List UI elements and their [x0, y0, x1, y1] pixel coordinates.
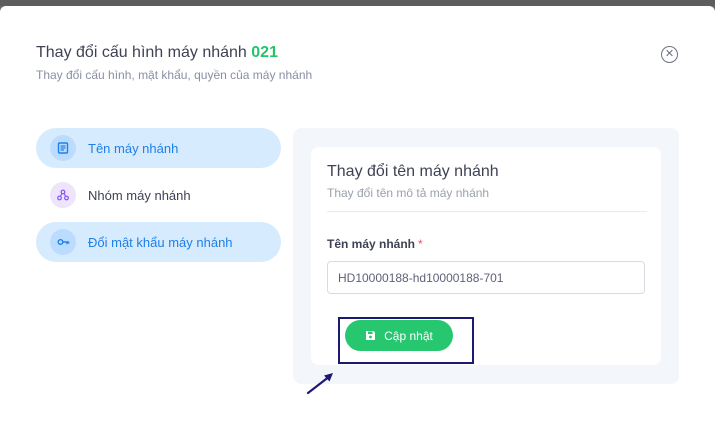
document-icon [50, 135, 76, 161]
nav-item-label: Tên máy nhánh [88, 140, 179, 156]
card-title: Thay đổi tên máy nhánh [327, 163, 499, 180]
nav-item-change-password[interactable]: Đổi mật khẩu máy nhánh [36, 222, 281, 262]
modal-title: Thay đổi cấu hình máy nhánh 021 [36, 44, 278, 62]
nav-item-extension-name[interactable]: Tên máy nhánh [36, 128, 281, 168]
pointer-arrow-icon [306, 373, 333, 395]
card-subtitle: Thay đổi tên mô tả máy nhánh [327, 186, 490, 200]
field-label-text: Tên máy nhánh [327, 237, 416, 251]
save-icon [365, 330, 376, 341]
close-icon: ✕ [664, 48, 675, 60]
update-button[interactable]: Cập nhật [345, 320, 453, 351]
extension-name-label: Tên máy nhánh * [327, 237, 423, 251]
divider [327, 211, 647, 212]
nav-item-label: Đổi mật khẩu máy nhánh [88, 234, 233, 250]
modal-subtitle: Thay đổi cấu hình, mật khẩu, quyền của m… [36, 68, 313, 82]
required-mark: * [418, 237, 423, 251]
content-panel: Thay đổi tên máy nhánh Thay đổi tên mô t… [293, 128, 679, 384]
rename-card: Thay đổi tên máy nhánh Thay đổi tên mô t… [311, 147, 661, 365]
extension-name-input[interactable] [327, 261, 645, 294]
close-button[interactable]: ✕ [661, 46, 678, 63]
update-button-label: Cập nhật [384, 328, 433, 343]
modal-title-code: 021 [251, 44, 278, 61]
sidebar-nav: Tên máy nhánh Nhóm máy nhánh Đổi mật khẩ… [36, 128, 281, 269]
group-icon [50, 182, 76, 208]
modal-title-text: Thay đổi cấu hình máy nhánh [36, 44, 247, 61]
nav-item-extension-group[interactable]: Nhóm máy nhánh [36, 175, 281, 215]
key-icon [50, 229, 76, 255]
config-modal: Thay đổi cấu hình máy nhánh 021 Thay đổi… [0, 6, 715, 421]
nav-item-label: Nhóm máy nhánh [88, 187, 191, 203]
